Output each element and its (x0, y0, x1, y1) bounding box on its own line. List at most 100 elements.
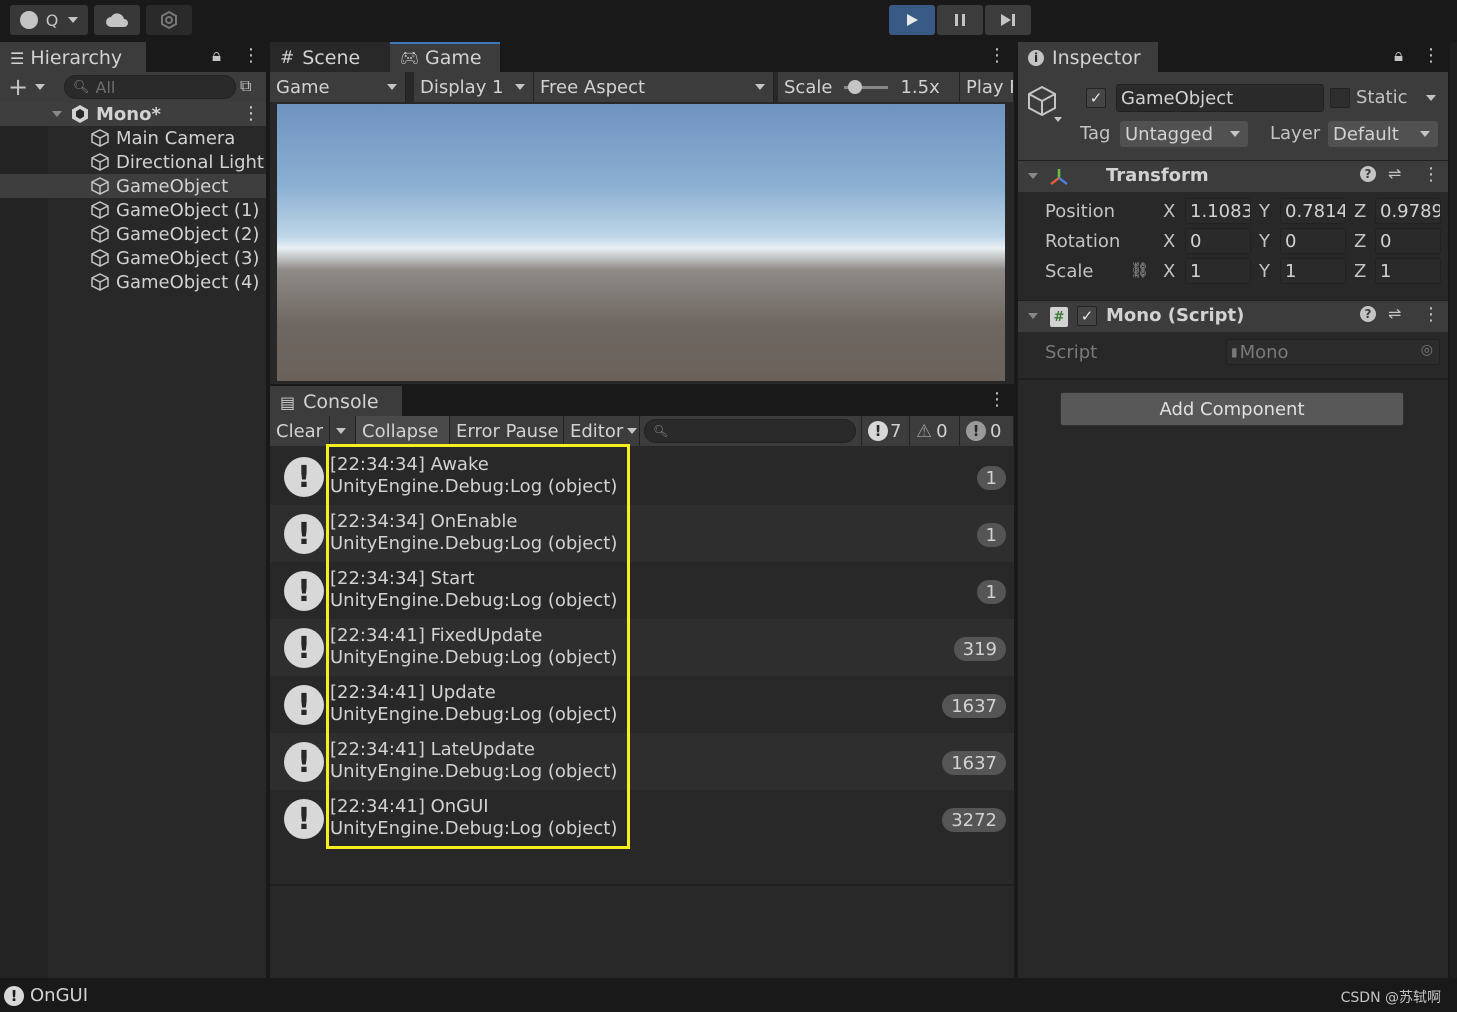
position-y-field[interactable]: 0.7814 (1280, 198, 1346, 224)
status-message[interactable]: OnGUI (30, 985, 88, 1006)
search-icon: 🔍︎ (653, 424, 669, 438)
more-options-icon[interactable]: ⋮ (1422, 304, 1440, 325)
layer-dropdown[interactable]: Default (1328, 121, 1438, 147)
preset-icon[interactable]: ⇌ (1388, 164, 1401, 183)
info-message-icon: ! (284, 742, 324, 782)
aspect-dropdown[interactable]: Free Aspect (534, 72, 774, 102)
log-message: [22:34:41] OnGUI (330, 796, 489, 817)
static-dropdown-chevron-icon[interactable] (1426, 95, 1436, 101)
tab-game-label: Game (425, 47, 482, 69)
more-options-icon[interactable]: ⋮ (242, 103, 260, 124)
log-entry[interactable]: ! [22:34:41] OnGUI UnityEngine.Debug:Log… (270, 790, 1014, 847)
more-options-icon[interactable]: ⋮ (988, 45, 1006, 66)
log-entry[interactable]: ! [22:34:34] OnEnable UnityEngine.Debug:… (270, 505, 1014, 562)
scale-y-field[interactable]: 1 (1280, 258, 1346, 284)
y-label: Y (1259, 231, 1270, 252)
list-item-selected[interactable]: GameObject (0, 174, 266, 198)
display-dropdown[interactable]: Display 1 (414, 72, 534, 102)
enabled-checkbox[interactable]: ✓ (1077, 306, 1097, 326)
tab-inspector[interactable]: i Inspector (1018, 42, 1158, 72)
account-dropdown[interactable]: Q (10, 5, 88, 35)
collapse-toggle[interactable]: Collapse (356, 416, 450, 446)
lock-icon[interactable]: 🔒︎ (1394, 46, 1403, 66)
list-item[interactable]: Main Camera (0, 126, 266, 150)
error-filter-toggle[interactable]: ! 0 (960, 416, 1014, 446)
log-entry[interactable]: ! [22:34:41] Update UnityEngine.Debug:Lo… (270, 676, 1014, 733)
script-field: ▮ Mono ◎ (1226, 339, 1440, 365)
scrollbar[interactable] (1450, 42, 1457, 978)
transform-header[interactable]: Transform ? ⇌ ⋮ (1018, 160, 1448, 192)
hierarchy-search[interactable]: 🔍︎ All (64, 75, 236, 99)
rotation-z-field[interactable]: 0 (1375, 228, 1441, 254)
list-item[interactable]: GameObject (1) (0, 198, 266, 222)
clear-button[interactable]: Clear (270, 416, 330, 446)
scale-slider[interactable] (844, 79, 889, 94)
info-message-icon: ! (284, 457, 324, 497)
preset-icon[interactable]: ⇌ (1388, 304, 1401, 323)
collab-button[interactable] (146, 5, 192, 35)
log-entry[interactable]: ! [22:34:34] Start UnityEngine.Debug:Log… (270, 562, 1014, 619)
more-options-icon[interactable]: ⋮ (242, 45, 260, 66)
tab-console[interactable]: ▤ Console (270, 386, 402, 416)
tab-scene[interactable]: # Scene (270, 42, 390, 72)
log-stacktrace: UnityEngine.Debug:Log (object) (330, 647, 618, 668)
error-pause-toggle[interactable]: Error Pause (450, 416, 564, 446)
warning-filter-toggle[interactable]: ⚠ 0 (910, 416, 960, 446)
log-entry[interactable]: ! [22:34:41] FixedUpdate UnityEngine.Deb… (270, 619, 1014, 676)
list-item[interactable]: GameObject (2) (0, 222, 266, 246)
add-icon[interactable]: + (8, 73, 28, 101)
more-options-icon[interactable]: ⋮ (988, 389, 1006, 410)
rotation-y-field[interactable]: 0 (1280, 228, 1346, 254)
more-options-icon[interactable]: ⋮ (1422, 164, 1440, 185)
rotation-label: Rotation (1045, 231, 1121, 252)
x-label: X (1163, 201, 1176, 222)
search-placeholder: All (95, 77, 116, 97)
cloud-button[interactable] (94, 5, 140, 35)
chevron-down-icon[interactable] (35, 84, 45, 90)
editor-dropdown[interactable]: Editor (564, 416, 640, 446)
constrain-proportions-icon[interactable]: ⛓ (1130, 261, 1149, 279)
rotation-x-field[interactable]: 0 (1185, 228, 1251, 254)
tab-hierarchy[interactable]: ☰ Hierarchy (0, 42, 146, 72)
scene-search-icon[interactable]: ⧉ (240, 76, 251, 96)
mono-script-header[interactable]: # ✓ Mono (Script) ? ⇌ ⋮ (1018, 300, 1448, 332)
play-focused-dropdown[interactable]: Play F (960, 72, 1014, 102)
help-icon[interactable]: ? (1360, 306, 1376, 322)
game-view-tabbar: # Scene 🎮︎ Game ⋮ (270, 42, 1014, 72)
log-entry[interactable]: ! [22:34:34] Awake UnityEngine.Debug:Log… (270, 448, 1014, 505)
display-mode-dropdown[interactable]: Game (270, 72, 406, 102)
lock-icon[interactable]: 🔒︎ (212, 46, 221, 66)
gameobject-cube-icon[interactable] (1026, 84, 1062, 124)
tag-dropdown[interactable]: Untagged (1120, 121, 1248, 147)
scene-row[interactable]: Mono* ⋮ (0, 102, 266, 126)
play-button[interactable] (889, 5, 935, 35)
position-z-field[interactable]: 0.9789 (1375, 198, 1441, 224)
scale-y-value: 1 (1285, 260, 1297, 282)
position-x-field[interactable]: 1.1083 (1185, 198, 1251, 224)
list-item[interactable]: Directional Light (0, 150, 266, 174)
scale-z-field[interactable]: 1 (1375, 258, 1441, 284)
active-checkbox[interactable]: ✓ (1086, 88, 1106, 108)
error-count: 0 (990, 420, 1002, 442)
console-divider[interactable] (270, 884, 1014, 886)
tab-game[interactable]: 🎮︎ Game (390, 42, 500, 72)
pause-button[interactable] (937, 5, 983, 35)
object-name-field[interactable]: GameObject (1116, 84, 1324, 112)
log-entry[interactable]: ! [22:34:41] LateUpdate UnityEngine.Debu… (270, 733, 1014, 790)
gameobject-cube-icon (91, 225, 109, 243)
info-filter-toggle[interactable]: ! 7 (862, 416, 910, 446)
help-icon[interactable]: ? (1360, 166, 1376, 182)
more-options-icon[interactable]: ⋮ (1422, 45, 1440, 66)
slider-handle[interactable] (848, 79, 863, 94)
list-item[interactable]: GameObject (3) (0, 246, 266, 270)
console-search-input[interactable]: 🔍︎ (644, 419, 856, 443)
list-item[interactable]: GameObject (4) (0, 270, 266, 294)
static-checkbox[interactable] (1330, 88, 1350, 108)
collapse-icon[interactable] (1028, 173, 1038, 179)
step-button[interactable] (985, 5, 1031, 35)
add-component-button[interactable]: Add Component (1060, 392, 1404, 426)
clear-options-dropdown[interactable] (330, 416, 356, 446)
collapse-icon[interactable] (1028, 313, 1038, 319)
game-render-viewport[interactable] (277, 104, 1005, 381)
scale-x-field[interactable]: 1 (1185, 258, 1251, 284)
